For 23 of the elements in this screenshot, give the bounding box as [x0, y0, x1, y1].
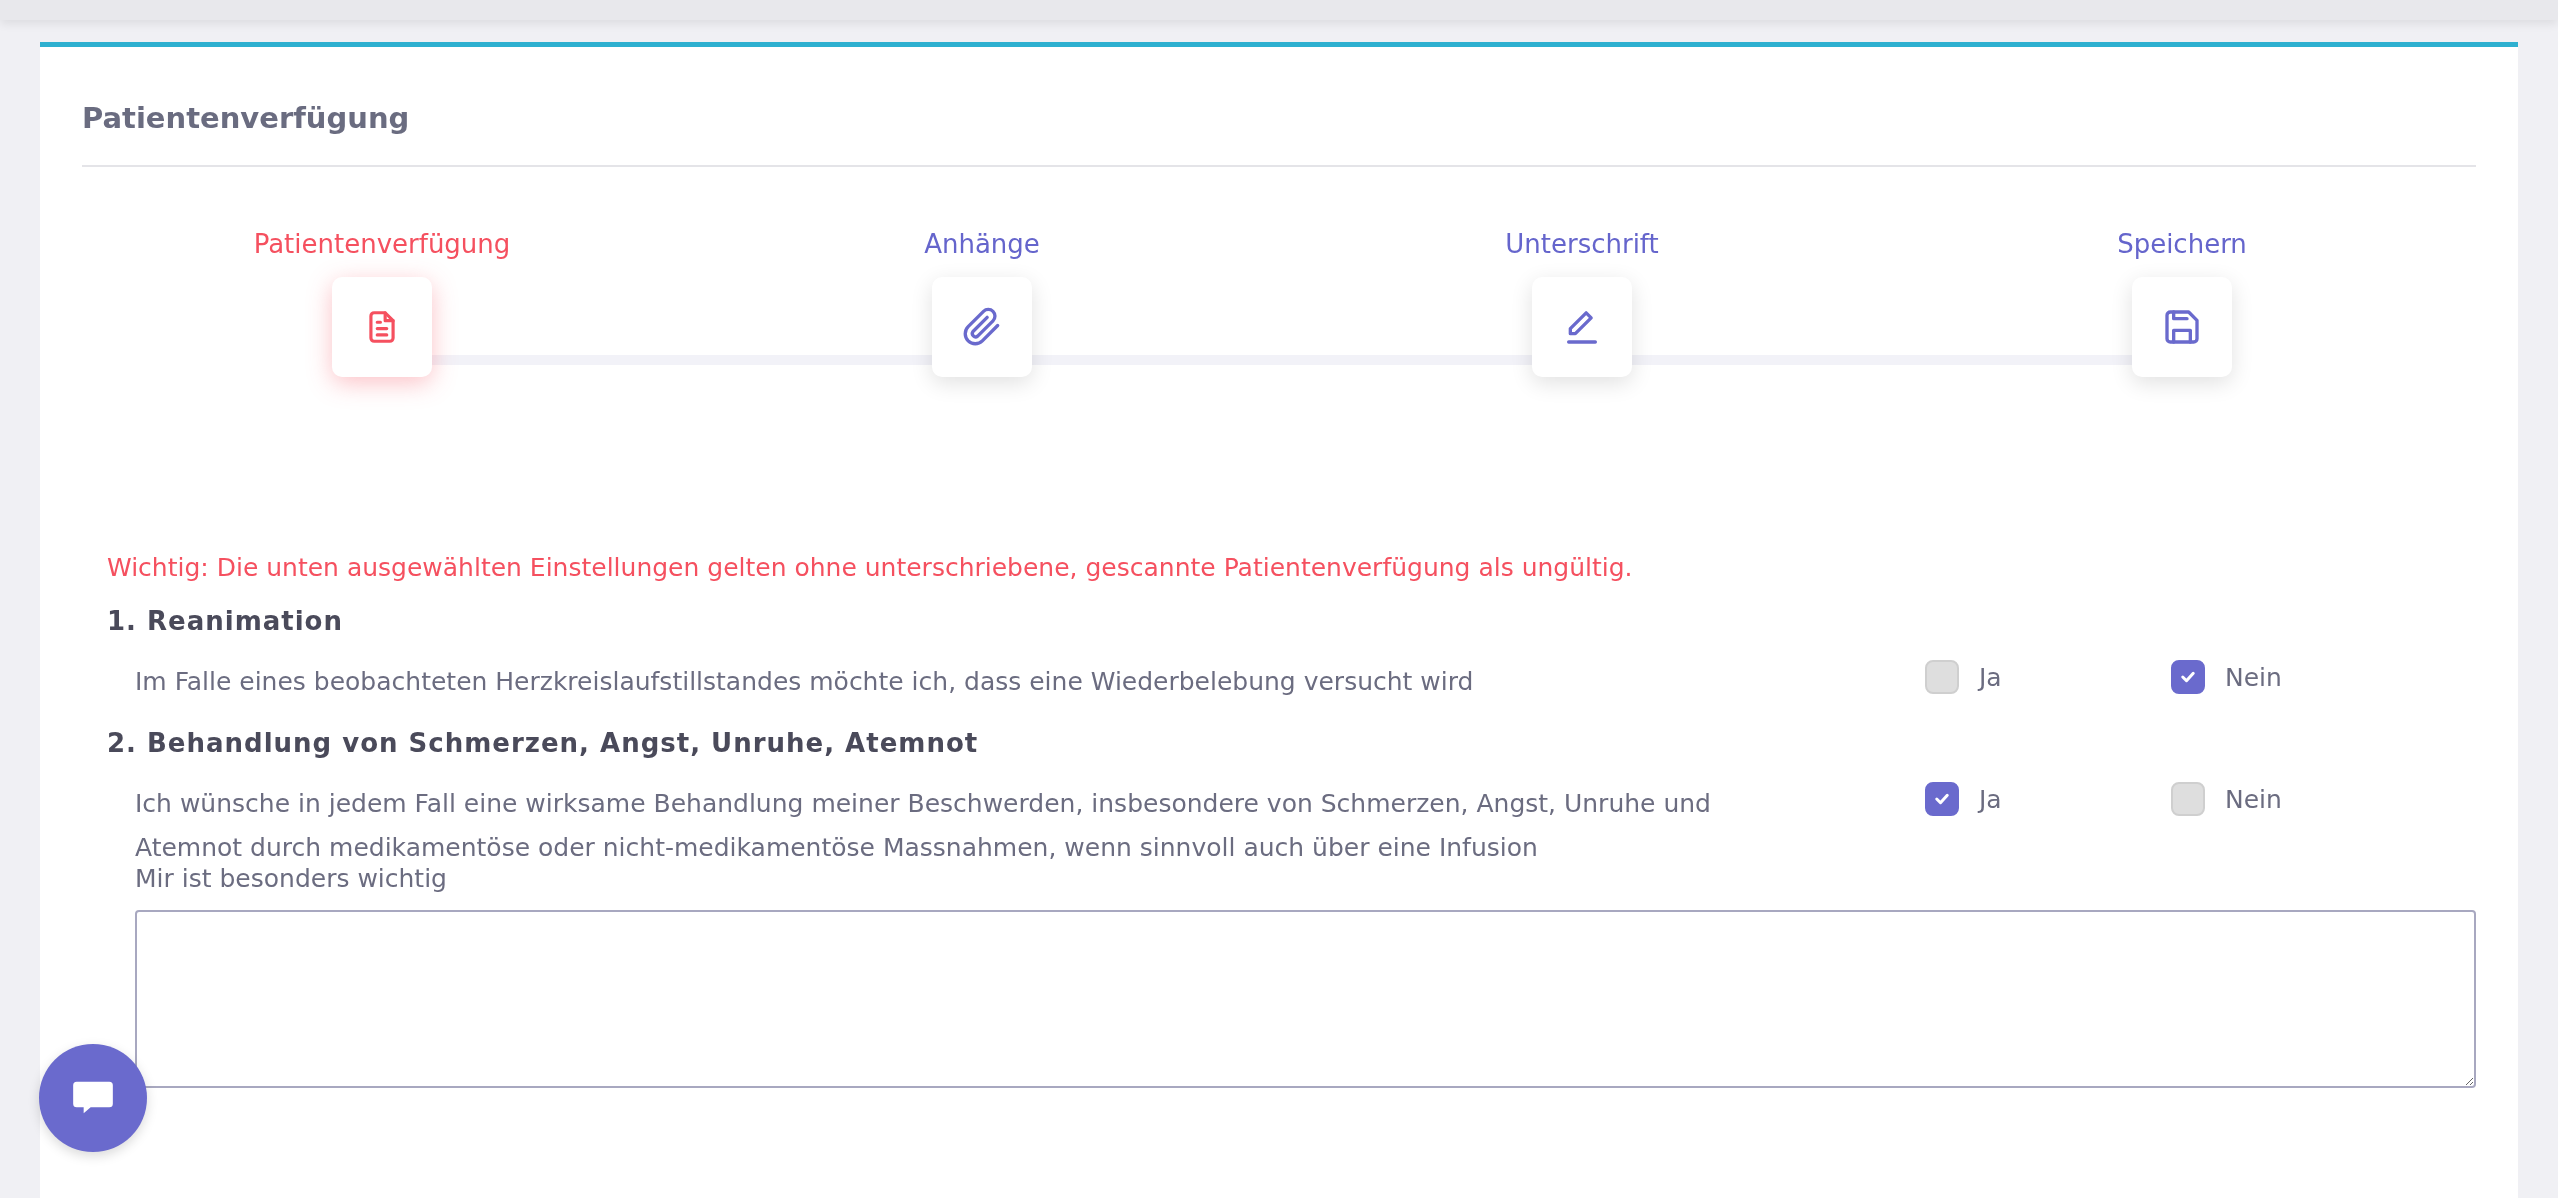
step-button[interactable] — [932, 277, 1032, 377]
step-label[interactable]: Speichern — [2117, 229, 2247, 277]
step-button[interactable] — [332, 277, 432, 377]
field-label: Mir ist besonders wichtig — [135, 864, 448, 894]
option-label: Ja — [1979, 784, 2002, 814]
option-label: Nein — [2225, 662, 2282, 692]
paperclip-icon — [962, 307, 1002, 347]
step-label[interactable]: Patientenverfügung — [253, 229, 511, 277]
section-heading: 2. Behandlung von Schmerzen, Angst, Unruhe, Atemnot — [107, 728, 980, 758]
input-field[interactable] — [135, 910, 2476, 1088]
step-button[interactable] — [1532, 277, 1632, 377]
checkbox[interactable] — [1925, 782, 1959, 816]
section-heading: 1. Reanimation — [107, 606, 344, 636]
step-button[interactable] — [2132, 277, 2232, 377]
question-text: Ich wünsche in jedem Fall eine wirksame Behandlung meiner Beschwerden, insbesondere von Schmerzen, Angst, Unruhe und Atemnot durch medikamentöse oder nicht-medikamentöse Massnahmen, wenn sinnvoll auch über eine Infusion — [135, 788, 1712, 864]
step-label[interactable]: Unterschrift — [1505, 229, 1659, 277]
option-label: Ja — [1979, 662, 2002, 692]
checkbox[interactable] — [2171, 660, 2205, 694]
option-label: Nein — [2225, 784, 2282, 814]
warning-text: Wichtig: Die unten ausgewählten Einstellungen gelten ohne unterschriebene, gescannte Patientenverfügung als ungültig. — [106, 553, 1634, 582]
step-label[interactable]: Anhänge — [924, 229, 1040, 277]
card-title: Patientenverfügung — [82, 100, 411, 137]
question-text: Im Falle eines beobachteten Herzkreislaufstillstandes möchte ich, dass eine Wiederbelebung versucht wird — [135, 666, 1475, 698]
